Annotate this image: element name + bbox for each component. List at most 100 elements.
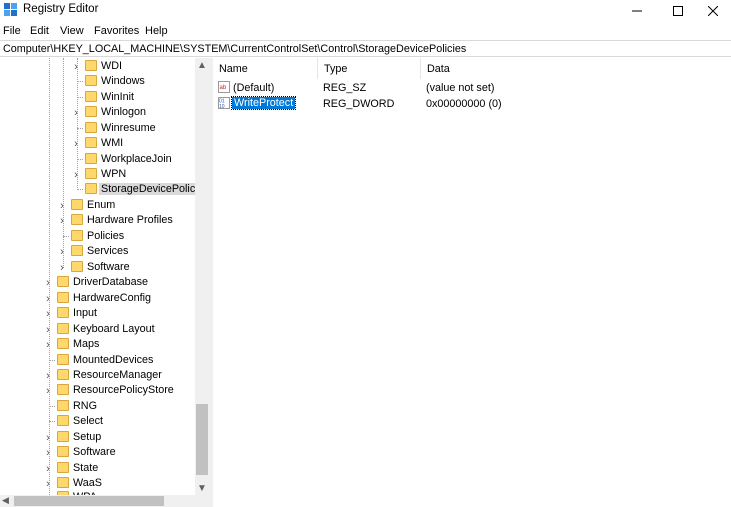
column-header-name[interactable]: Name bbox=[213, 58, 318, 79]
tree-item-rng[interactable]: RNG bbox=[0, 399, 195, 414]
scroll-left-icon[interactable]: ◀ bbox=[2, 495, 9, 506]
tree-item-services[interactable]: › Services bbox=[0, 244, 195, 259]
tree-item-wdi[interactable]: › WDI bbox=[0, 59, 195, 74]
tree-item-input[interactable]: › Input bbox=[0, 306, 195, 321]
menu-view[interactable]: View bbox=[60, 25, 84, 37]
folder-icon bbox=[71, 230, 83, 241]
chevron-right-icon[interactable]: › bbox=[43, 430, 53, 445]
address-bar[interactable]: Computer\HKEY_LOCAL_MACHINE\SYSTEM\Curre… bbox=[0, 40, 731, 57]
chevron-right-icon[interactable]: › bbox=[43, 306, 53, 321]
scroll-down-icon[interactable]: ▼ bbox=[195, 481, 209, 495]
chevron-right-icon[interactable]: › bbox=[43, 275, 53, 290]
chevron-right-icon[interactable]: › bbox=[71, 59, 81, 74]
tree-item-wininit[interactable]: WinInit bbox=[0, 90, 195, 105]
tree-item-label: Hardware Profiles bbox=[87, 214, 173, 226]
tree-item-select[interactable]: Select bbox=[0, 414, 195, 429]
chevron-right-icon[interactable]: › bbox=[57, 213, 67, 228]
close-button[interactable] bbox=[690, 0, 731, 21]
tree-item-waas[interactable]: › WaaS bbox=[0, 476, 195, 491]
menu-help[interactable]: Help bbox=[145, 25, 168, 37]
tree-connector bbox=[77, 189, 83, 190]
tree-item-workplacejoin[interactable]: WorkplaceJoin bbox=[0, 152, 195, 167]
tree-item-keyboard-layout[interactable]: › Keyboard Layout bbox=[0, 322, 195, 337]
tree-item-winresume[interactable]: Winresume bbox=[0, 121, 195, 136]
tree-item-label: ResourcePolicyStore bbox=[73, 384, 174, 396]
tree-item-wmi[interactable]: › WMI bbox=[0, 136, 195, 151]
value-type: REG_SZ bbox=[323, 82, 367, 94]
minimize-button[interactable] bbox=[614, 0, 660, 21]
chevron-right-icon[interactable]: › bbox=[71, 105, 81, 120]
tree-item-label: HardwareConfig bbox=[73, 292, 152, 304]
folder-icon bbox=[57, 400, 69, 411]
tree-item-label: WorkplaceJoin bbox=[101, 153, 172, 165]
tree-item-label: MountedDevices bbox=[73, 354, 154, 366]
tree-item-windows[interactable]: Windows bbox=[0, 74, 195, 89]
tree-item-policies[interactable]: Policies bbox=[0, 229, 195, 244]
chevron-right-icon[interactable]: › bbox=[43, 461, 53, 476]
value-name: WriteProtect bbox=[230, 96, 297, 110]
tree-item-mounteddevices[interactable]: MountedDevices bbox=[0, 353, 195, 368]
chevron-right-icon[interactable]: › bbox=[57, 198, 67, 213]
tree-horizontal-scrollbar[interactable]: ◀ bbox=[0, 495, 209, 507]
menu-favorites[interactable]: Favorites bbox=[94, 25, 139, 37]
chevron-right-icon[interactable]: › bbox=[71, 136, 81, 151]
chevron-right-icon[interactable]: › bbox=[71, 167, 81, 182]
folder-icon bbox=[85, 153, 97, 164]
svg-text:10: 10 bbox=[219, 104, 225, 109]
value-row-writeprotect[interactable]: 01 10 WriteProtect REG_DWORD 0x00000000 … bbox=[213, 96, 731, 112]
menu-file[interactable]: File bbox=[3, 25, 21, 37]
folder-icon bbox=[57, 369, 69, 380]
tree-connector bbox=[77, 81, 83, 82]
folder-icon bbox=[71, 261, 83, 272]
chevron-right-icon[interactable]: › bbox=[57, 244, 67, 259]
folder-icon bbox=[71, 245, 83, 256]
menu-bar: File Edit View Favorites Help bbox=[0, 22, 731, 40]
tree-item-storagedevicepolicies[interactable]: StorageDevicePolicies bbox=[0, 182, 195, 197]
tree-item-enum[interactable]: › Enum bbox=[0, 198, 195, 213]
folder-icon bbox=[57, 446, 69, 457]
folder-icon bbox=[57, 276, 69, 287]
folder-icon bbox=[57, 462, 69, 473]
tree-item-wpn[interactable]: › WPN bbox=[0, 167, 195, 182]
chevron-right-icon[interactable]: › bbox=[43, 368, 53, 383]
tree-item-label: Enum bbox=[87, 199, 116, 211]
title-bar: Registry Editor bbox=[0, 0, 731, 21]
chevron-right-icon[interactable]: › bbox=[57, 260, 67, 275]
tree-item-maps[interactable]: › Maps bbox=[0, 337, 195, 352]
folder-icon bbox=[57, 338, 69, 349]
tree-item-software-2[interactable]: › Software bbox=[0, 445, 195, 460]
folder-icon bbox=[85, 183, 97, 194]
scroll-thumb[interactable] bbox=[196, 404, 208, 475]
chevron-right-icon[interactable]: › bbox=[43, 337, 53, 352]
chevron-right-icon[interactable]: › bbox=[43, 322, 53, 337]
tree-item-software[interactable]: › Software bbox=[0, 260, 195, 275]
value-row-default[interactable]: ab (Default) REG_SZ (value not set) bbox=[213, 80, 731, 96]
chevron-right-icon[interactable]: › bbox=[43, 383, 53, 398]
tree-vertical-scrollbar[interactable]: ▲ ▼ bbox=[195, 58, 209, 495]
tree-item-winlogon[interactable]: › Winlogon bbox=[0, 105, 195, 120]
scroll-thumb-horizontal[interactable] bbox=[14, 496, 164, 506]
value-type: REG_DWORD bbox=[323, 98, 395, 110]
tree-item-setup[interactable]: › Setup bbox=[0, 430, 195, 445]
chevron-right-icon[interactable]: › bbox=[43, 476, 53, 491]
column-header-data[interactable]: Data bbox=[421, 58, 731, 79]
folder-icon bbox=[85, 137, 97, 148]
tree-item-resourcepolicystore[interactable]: › ResourcePolicyStore bbox=[0, 383, 195, 398]
column-header-type[interactable]: Type bbox=[318, 58, 421, 79]
tree-item-resourcemanager[interactable]: › ResourceManager bbox=[0, 368, 195, 383]
tree-item-hardware-profiles[interactable]: › Hardware Profiles bbox=[0, 213, 195, 228]
maximize-icon bbox=[673, 5, 683, 16]
value-data: 0x00000000 (0) bbox=[426, 98, 502, 110]
tree-item-label: Input bbox=[73, 307, 98, 319]
chevron-right-icon[interactable]: › bbox=[43, 445, 53, 460]
tree-item-state[interactable]: › State bbox=[0, 461, 195, 476]
chevron-right-icon[interactable]: › bbox=[43, 291, 53, 306]
address-path[interactable]: Computer\HKEY_LOCAL_MACHINE\SYSTEM\Curre… bbox=[3, 43, 466, 55]
scroll-up-icon[interactable]: ▲ bbox=[195, 58, 209, 72]
folder-icon bbox=[85, 75, 97, 86]
tree-item-hardwareconfig[interactable]: › HardwareConfig bbox=[0, 291, 195, 306]
tree-item-label: Policies bbox=[87, 230, 125, 242]
menu-edit[interactable]: Edit bbox=[30, 25, 49, 37]
registry-editor-icon bbox=[4, 3, 17, 16]
tree-item-driverdatabase[interactable]: › DriverDatabase bbox=[0, 275, 195, 290]
